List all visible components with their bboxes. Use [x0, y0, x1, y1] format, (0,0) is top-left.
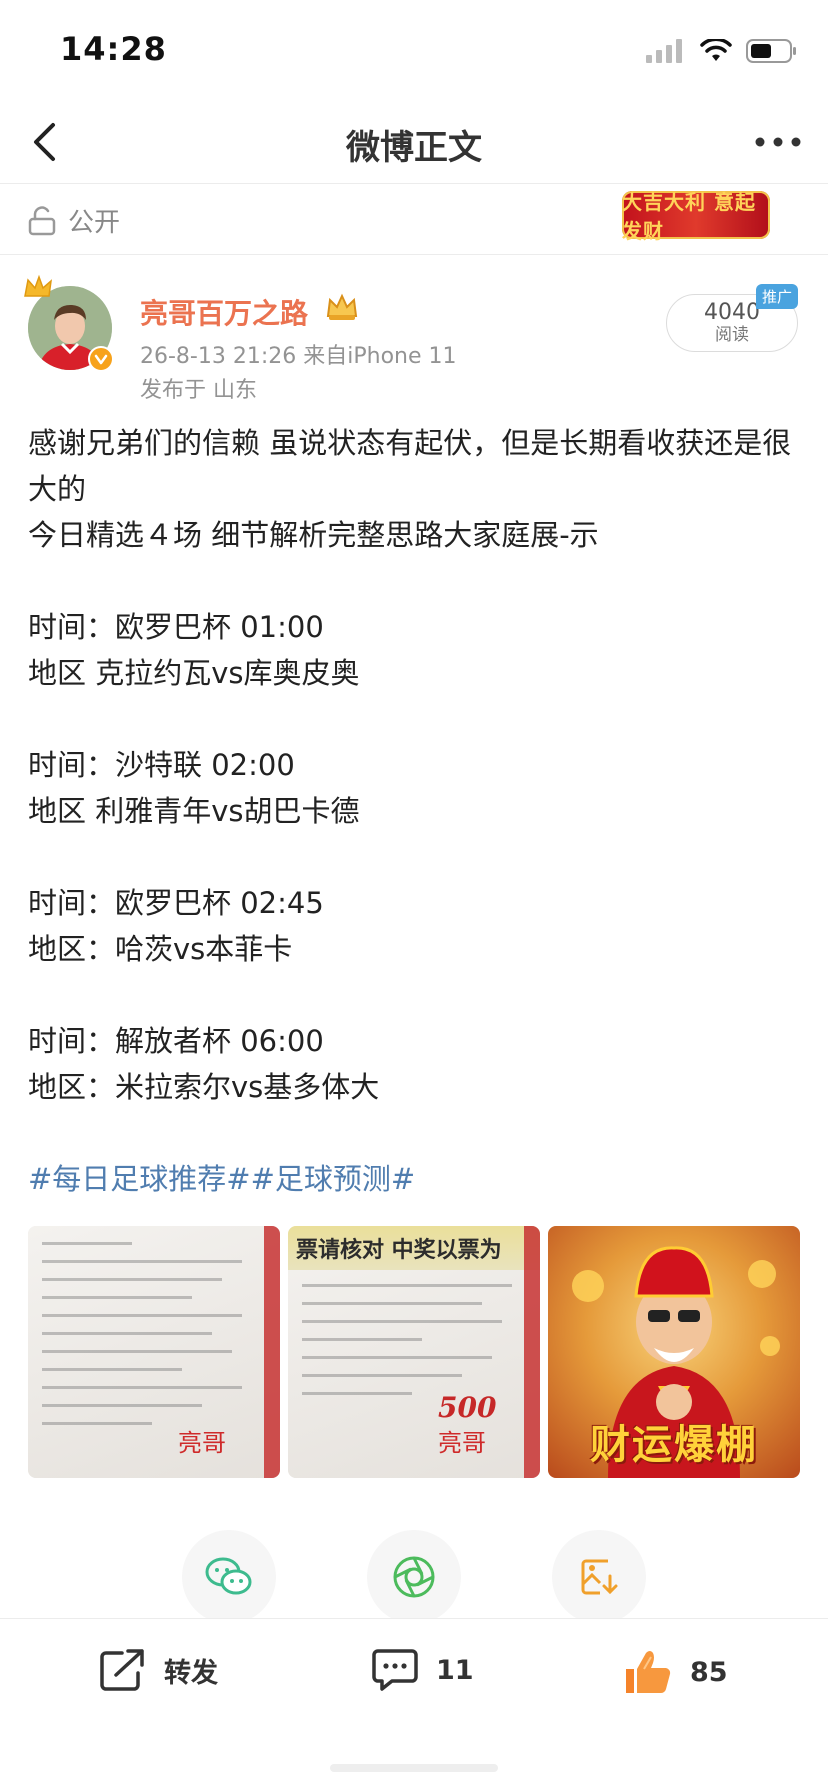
repost-button[interactable]: 转发 — [98, 1647, 218, 1693]
share-moments-button[interactable] — [367, 1530, 461, 1624]
post-line — [28, 558, 800, 604]
nav-bar: 微博正文 — [0, 100, 828, 184]
author-avatar[interactable] — [24, 274, 114, 372]
repost-icon — [100, 1649, 144, 1691]
verified-check-icon — [94, 354, 108, 365]
post-line: 时间：欧罗巴杯 01:00 — [28, 610, 324, 644]
hashtag-links[interactable]: #每日足球推荐##足球预测# — [28, 1156, 415, 1198]
visibility-label: 公开 — [68, 208, 121, 238]
fortune-caption: 财运爆棚 — [590, 1422, 758, 1468]
ticket-text-line — [42, 1422, 152, 1425]
ticket-text-line — [302, 1392, 412, 1395]
more-button[interactable] — [750, 118, 806, 166]
image-fortune-god[interactable]: 财运爆棚 — [548, 1226, 800, 1478]
ticket-header-band: 票请核对 中奖以票为 — [288, 1226, 540, 1270]
comment-count: 11 — [436, 1654, 474, 1686]
unlock-icon — [28, 205, 56, 235]
post-body: 感谢兄弟们的信赖 虽说状态有起伏，但是长期看收获还是很大的 今日精选４场 细节解… — [28, 420, 800, 1110]
image-ticket-1[interactable]: 亮哥 — [28, 1226, 280, 1478]
visibility-indicator: 公开 — [28, 202, 120, 239]
post-meta: 26-8-13 21:26 来自iPhone 11 — [140, 344, 457, 369]
ticket-text-line — [42, 1386, 242, 1389]
post-line — [28, 972, 800, 1018]
wechat-icon — [205, 1557, 252, 1595]
cellular-signal-icon — [646, 39, 682, 63]
comment-icon — [372, 1649, 418, 1691]
page-title: 微博正文 — [346, 128, 482, 168]
post-line: 地区 克拉约瓦vs库奥皮奥 — [28, 656, 360, 690]
image-ticket-2[interactable]: 票请核对 中奖以票为 500 亮哥 — [288, 1226, 540, 1478]
post-line: 地区：米拉索尔vs基多体大 — [28, 1070, 380, 1104]
ticket-text-line — [302, 1284, 512, 1287]
read-label: 阅读 — [715, 325, 749, 345]
ticket-text-line — [42, 1350, 232, 1353]
promo-banner[interactable]: 大吉大利 意起发财 — [622, 190, 770, 243]
post-line: 时间：解放者杯 06:00 — [28, 1024, 324, 1058]
promo-banner-text: 大吉大利 意起发财 — [622, 190, 756, 243]
post-line — [28, 696, 800, 742]
post-line: 感谢兄弟们的信赖 虽说状态有起伏，但是长期看收获还是很大的 — [28, 426, 792, 506]
verified-badge — [88, 346, 114, 372]
moments-aperture-icon — [393, 1556, 435, 1598]
ticket-text-line — [42, 1404, 202, 1407]
ticket-signature: 亮哥 — [438, 1429, 486, 1457]
ticket-text-line — [42, 1278, 222, 1281]
ticket-text-line — [302, 1302, 482, 1305]
comment-button[interactable]: 11 — [370, 1647, 474, 1693]
action-bar: 转发 11 85 — [0, 1618, 828, 1728]
ticket-text-line — [42, 1368, 182, 1371]
post-line: 今日精选４场 细节解析完整思路大家庭展-示 — [28, 518, 599, 552]
more-dots-icon — [755, 137, 801, 147]
ticket-red-strip — [524, 1226, 540, 1478]
ticket-text-line — [302, 1320, 502, 1323]
wifi-icon — [700, 39, 732, 61]
image-grid: 亮哥 票请核对 中奖以票为 500 亮哥 财运爆棚 — [28, 1226, 800, 1478]
post-header: 亮哥百万之路 26-8-13 21:26 来自iPhone 11 发布于 山东 … — [0, 262, 828, 412]
status-bar: 14:28 — [0, 0, 828, 100]
post-line: 地区 利雅青年vs胡巴卡德 — [28, 794, 360, 828]
status-icons — [646, 38, 798, 64]
ticket-header-text: 票请核对 中奖以票为 — [296, 1237, 502, 1263]
ticket-text-line — [302, 1338, 422, 1341]
share-row — [0, 1530, 828, 1624]
home-indicator — [330, 1764, 498, 1772]
ticket-text-line — [42, 1296, 192, 1299]
post-location: 发布于 山东 — [140, 378, 257, 403]
share-wechat-button[interactable] — [182, 1530, 276, 1624]
ticket-text-line — [42, 1260, 242, 1263]
post-line: 时间：沙特联 02:00 — [28, 748, 295, 782]
post-line: 地区：哈茨vs本菲卡 — [28, 932, 293, 966]
ticket-text-line — [302, 1374, 462, 1377]
save-image-button[interactable] — [552, 1530, 646, 1624]
ticket-red-strip — [264, 1226, 280, 1478]
ticket-text-line — [42, 1314, 242, 1317]
like-button[interactable]: 85 — [622, 1647, 728, 1697]
promo-tag: 推广 — [755, 284, 798, 309]
ticket-amount: 500 — [438, 1391, 497, 1424]
ticket-text-line — [42, 1332, 212, 1335]
crown-icon — [24, 274, 53, 297]
vip-badge[interactable] — [324, 292, 360, 326]
thumbs-up-icon — [626, 1651, 671, 1694]
visibility-bar: 公开 大吉大利 意起发财 — [0, 185, 828, 255]
battery-icon — [746, 39, 796, 63]
ticket-signature: 亮哥 — [178, 1429, 226, 1457]
vip-crown-icon — [326, 293, 358, 320]
post-line — [28, 834, 800, 880]
post-line: 时间：欧罗巴杯 02:45 — [28, 886, 324, 920]
status-time: 14:28 — [60, 30, 167, 68]
author-name[interactable]: 亮哥百万之路 — [140, 292, 308, 332]
ticket-text-line — [42, 1242, 132, 1245]
like-count: 85 — [690, 1656, 728, 1688]
ticket-text-line — [302, 1356, 492, 1359]
repost-label: 转发 — [164, 1657, 218, 1689]
save-image-icon — [581, 1559, 618, 1595]
